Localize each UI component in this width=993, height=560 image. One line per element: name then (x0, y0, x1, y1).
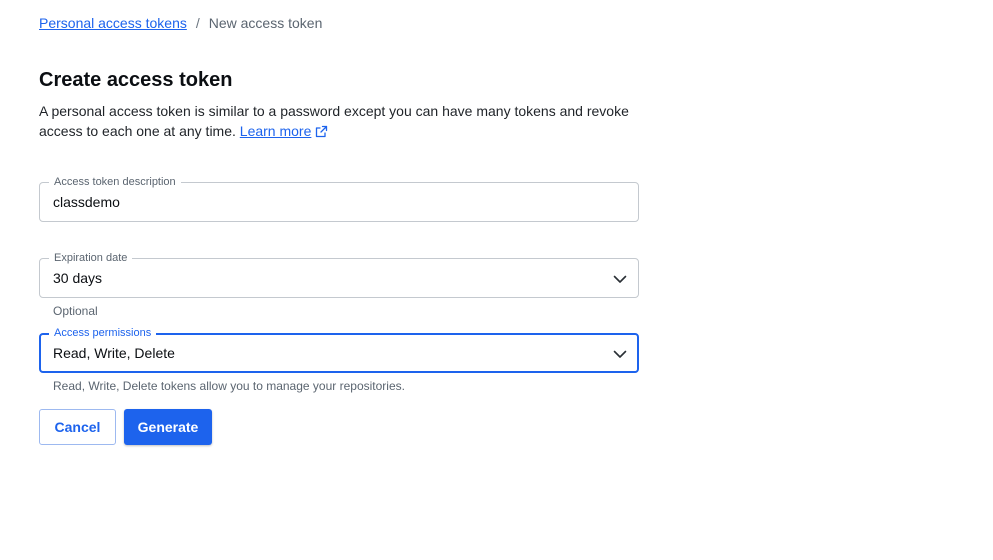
external-link-icon (315, 123, 328, 143)
chevron-down-icon[interactable] (612, 346, 628, 362)
learn-more-link[interactable]: Learn more (240, 123, 329, 139)
access-permissions-label: Access permissions (49, 326, 157, 340)
expiration-date-select[interactable]: Expiration date 30 days (39, 251, 639, 298)
token-description-field[interactable]: Access token description classdemo (39, 175, 639, 222)
generate-button[interactable]: Generate (124, 409, 212, 445)
breadcrumb-personal-access-tokens-link[interactable]: Personal access tokens (39, 14, 187, 32)
expiration-helper-text: Optional (53, 304, 98, 318)
breadcrumb: Personal access tokens / New access toke… (39, 14, 322, 32)
intro-text: A personal access token is similar to a … (39, 103, 629, 139)
intro-paragraph: A personal access token is similar to a … (39, 101, 639, 143)
access-permissions-value: Read, Write, Delete (53, 345, 175, 361)
breadcrumb-separator: / (195, 15, 200, 31)
expiration-date-value: 30 days (53, 270, 103, 286)
token-description-input[interactable]: classdemo (53, 193, 120, 211)
access-permissions-select[interactable]: Access permissions Read, Write, Delete (39, 326, 639, 373)
breadcrumb-current: New access token (208, 15, 323, 31)
learn-more-label: Learn more (239, 123, 312, 139)
create-token-page: Personal access tokens / New access toke… (0, 0, 993, 560)
expiration-date-label: Expiration date (49, 251, 133, 265)
cancel-button[interactable]: Cancel (39, 409, 116, 445)
permissions-helper-text: Read, Write, Delete tokens allow you to … (53, 379, 405, 393)
chevron-down-icon[interactable] (612, 271, 628, 287)
page-title: Create access token (39, 69, 233, 91)
token-description-label: Access token description (49, 175, 181, 189)
